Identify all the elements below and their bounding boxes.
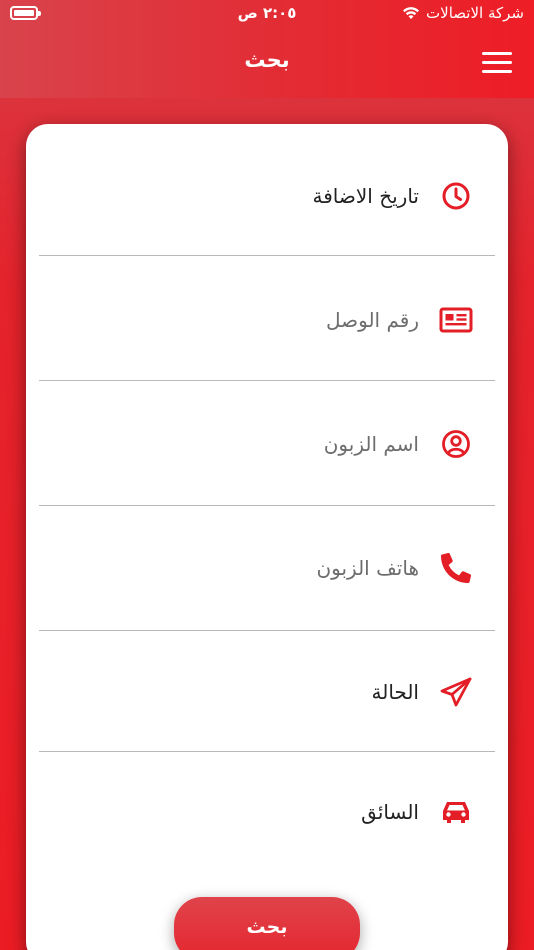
field-label: اسم الزبون bbox=[323, 432, 419, 456]
field-date-added[interactable]: تاريخ الاضافة bbox=[39, 166, 495, 226]
divider bbox=[39, 630, 495, 631]
page-title: بحث bbox=[244, 48, 290, 72]
clock-icon bbox=[439, 179, 473, 213]
search-form-card: تاريخ الاضافة رقم الوصل اسم الزبون هاتف … bbox=[26, 124, 508, 950]
field-customer-phone[interactable]: هاتف الزبون bbox=[39, 538, 495, 598]
phone-icon bbox=[439, 551, 473, 585]
field-label: تاريخ الاضافة bbox=[312, 184, 419, 208]
field-customer-name[interactable]: اسم الزبون bbox=[39, 414, 495, 474]
paper-plane-icon bbox=[439, 675, 473, 709]
receipt-card-icon bbox=[439, 303, 473, 337]
divider bbox=[39, 255, 495, 256]
field-label: رقم الوصل bbox=[326, 308, 419, 332]
field-driver[interactable]: السائق bbox=[39, 782, 495, 842]
field-status[interactable]: الحالة bbox=[39, 662, 495, 722]
wifi-icon bbox=[403, 7, 420, 19]
hamburger-menu-icon[interactable] bbox=[482, 52, 512, 74]
header-bar: ٢:٠٥ ص شركة الاتصالات بحث bbox=[0, 0, 534, 98]
search-button[interactable]: بحث bbox=[174, 897, 360, 950]
car-icon bbox=[439, 795, 473, 829]
divider bbox=[39, 505, 495, 506]
carrier-info: شركة الاتصالات bbox=[402, 4, 524, 22]
divider bbox=[39, 751, 495, 752]
divider bbox=[39, 380, 495, 381]
field-label: السائق bbox=[361, 800, 419, 824]
field-receipt-number[interactable]: رقم الوصل bbox=[39, 290, 495, 350]
status-bar: ٢:٠٥ ص شركة الاتصالات bbox=[0, 0, 534, 28]
field-label: الحالة bbox=[371, 680, 419, 704]
user-circle-icon bbox=[439, 427, 473, 461]
field-label: هاتف الزبون bbox=[316, 556, 419, 580]
carrier-name: شركة الاتصالات bbox=[426, 4, 524, 22]
